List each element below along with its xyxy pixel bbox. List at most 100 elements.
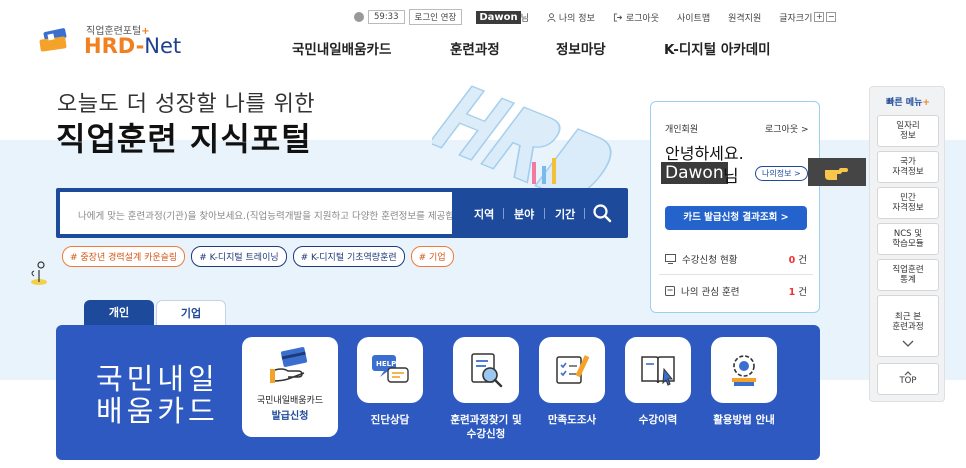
- member-type: 개인회원: [665, 125, 699, 135]
- greeting: 안녕하세요.: [665, 144, 744, 163]
- logo-net: Net: [144, 34, 182, 58]
- bookmark-icon: [665, 286, 675, 296]
- usage-guide-service[interactable]: 활용방법 안내: [700, 337, 788, 427]
- remote-support-link[interactable]: 원격지원: [728, 11, 761, 24]
- my-info-label: 나의 정보: [558, 13, 595, 24]
- search-divider: [503, 208, 504, 219]
- panel-user-name: Dawon: [661, 162, 728, 184]
- quick-private-cert[interactable]: 민간 자격정보: [877, 187, 939, 219]
- hero-title: 직업훈련 지식포털: [56, 120, 312, 158]
- logout-link[interactable]: 로그아웃: [613, 11, 659, 24]
- tab-company[interactable]: 기업: [156, 300, 226, 326]
- interest-count: 1: [788, 287, 796, 298]
- enrollment-status-label: 수강신청 현황: [682, 255, 738, 266]
- user-name: Dawon: [476, 10, 521, 24]
- book-cursor-icon: [641, 356, 675, 386]
- search-filter-region[interactable]: 지역: [474, 206, 494, 222]
- my-info-link[interactable]: 나의 정보: [547, 11, 595, 24]
- quick-top-label: TOP: [899, 376, 917, 387]
- guide-gear-icon: [732, 355, 756, 386]
- pointing-hand-icon: [808, 158, 866, 186]
- section-title: 국민내일 배움카드: [96, 362, 219, 428]
- help-chat-icon: HELP: [372, 355, 409, 383]
- hashtag-company[interactable]: # 기업: [410, 246, 454, 267]
- quick-menu-mark: +: [922, 98, 930, 108]
- font-size-control: 글자크기 + −: [779, 11, 837, 24]
- panel-user-suffix: 님: [723, 167, 739, 187]
- document-search-icon: [471, 353, 503, 388]
- person-icon: [547, 12, 556, 22]
- satisfaction-survey-label: 만족도조사: [547, 414, 597, 426]
- interest-courses-label: 나의 관심 훈련: [681, 287, 740, 298]
- survey-pen-icon: [556, 355, 590, 384]
- enrollment-unit: 건: [798, 255, 807, 266]
- course-history-service[interactable]: 수강이력: [616, 337, 700, 427]
- hrd-net-logo[interactable]: 직업훈련포털+ HRD-Net: [38, 20, 188, 60]
- panel-my-info-button[interactable]: 나의정보 >: [755, 166, 808, 181]
- logout-icon: [613, 12, 623, 22]
- panel-divider: [659, 274, 813, 275]
- gnb-naeil-card[interactable]: 국민내일배움카드: [292, 38, 391, 58]
- course-search-label: 훈련과정찾기 및 수강신청: [450, 414, 522, 441]
- hashtag-k-digital-training[interactable]: # K-디지털 트레이닝: [191, 246, 287, 267]
- course-history-label: 수강이력: [638, 414, 678, 426]
- search-filter-period[interactable]: 기간: [555, 206, 575, 222]
- quick-top-button[interactable]: TOP: [877, 363, 939, 395]
- gnb-info[interactable]: 정보마당: [556, 38, 606, 58]
- card-apply-service[interactable]: 국민내일배움카드 발급신청: [242, 337, 338, 437]
- panel-logout-link[interactable]: 로그아웃 >: [765, 122, 809, 135]
- interest-unit: 건: [798, 287, 807, 298]
- card-apply-sub-label: 발급신청: [271, 411, 309, 423]
- diagnosis-service[interactable]: HELP 진단상담: [348, 337, 432, 427]
- quick-recent-label: 최근 본 훈련과정: [892, 311, 924, 332]
- sprout-decoration-icon: [31, 261, 47, 285]
- session-timer: 59:33: [368, 10, 405, 24]
- card-apply-label: 국민내일배움카드: [256, 396, 324, 406]
- quick-menu: 빠른 메뉴+ 일자리 정보 국가 자격정보 민간 자격정보 NCS 및 학습모듈…: [869, 86, 945, 402]
- diagnosis-label: 진단상담: [370, 414, 410, 426]
- quick-ncs[interactable]: NCS 및 학습모듈: [877, 223, 939, 255]
- clock-icon: [354, 12, 364, 22]
- quick-recent-courses[interactable]: 최근 본 훈련과정: [877, 295, 939, 357]
- search-bar: 나에게 맞는 훈련과정(기관)을 찾아보세요.(직업능력개발을 지원하고 다양한…: [56, 188, 628, 238]
- tab-individual[interactable]: 개인: [84, 300, 154, 326]
- hashtag-midcareer[interactable]: # 중장년 경력설계 카운슬링: [62, 246, 186, 267]
- hrd-3d-decoration: [432, 85, 612, 190]
- interest-courses-row[interactable]: 나의 관심 훈련 1 건: [665, 284, 807, 298]
- font-increase-button[interactable]: +: [814, 12, 825, 22]
- quick-menu-title: 빠른 메뉴: [886, 98, 923, 108]
- user-panel: 개인회원 로그아웃 > 안녕하세요. Dawon 님 나의정보 > 카드 발급신…: [650, 101, 820, 313]
- quick-jobs[interactable]: 일자리 정보: [877, 115, 939, 147]
- user-name-suffix: 님: [520, 13, 529, 24]
- search-input[interactable]: 나에게 맞는 훈련과정(기관)을 찾아보세요.(직업능력개발을 지원하고 다양한…: [58, 190, 454, 236]
- satisfaction-survey-service[interactable]: 만족도조사: [530, 337, 614, 427]
- logo-hrd: HRD: [84, 34, 136, 58]
- hashtag-list: # 중장년 경력설계 카운슬링 # K-디지털 트레이닝 # K-디지털 기초역…: [62, 246, 454, 267]
- card-hand-icon: [270, 347, 308, 383]
- search-filter-field[interactable]: 분야: [514, 206, 534, 222]
- font-size-label: 글자크기: [779, 13, 813, 24]
- chevron-down-icon: [902, 340, 914, 348]
- enrollment-count: 0: [788, 255, 796, 266]
- usage-guide-label: 활용방법 안내: [713, 414, 775, 426]
- naeil-card-section: 국민내일 배움카드 국민내일배움카드 발급신청 HELP 진단상담 훈련과정찾기…: [56, 325, 820, 460]
- search-icon[interactable]: [592, 203, 612, 223]
- monitor-icon: [665, 254, 676, 264]
- gnb-courses[interactable]: 훈련과정: [450, 38, 500, 58]
- svg-text:HELP: HELP: [376, 360, 396, 368]
- sitemap-link[interactable]: 사이트맵: [677, 11, 710, 24]
- logo-dash: -: [135, 34, 145, 58]
- search-divider: [544, 208, 545, 219]
- utility-bar: 59:33 로그인 연장 Dawon 님 나의 정보 로그아웃 사이트맵 원격지…: [354, 8, 837, 26]
- logout-label: 로그아웃: [625, 13, 659, 24]
- extend-login-button[interactable]: 로그인 연장: [408, 9, 463, 25]
- gnb-k-digital[interactable]: K-디지털 아카데미: [664, 38, 771, 58]
- course-search-service[interactable]: 훈련과정찾기 및 수강신청: [438, 337, 534, 441]
- hashtag-k-digital-basic[interactable]: # K-디지털 기초역량훈련: [292, 246, 405, 267]
- quick-national-cert[interactable]: 국가 자격정보: [877, 151, 939, 183]
- card-result-button[interactable]: 카드 발급신청 결과조회 >: [665, 206, 807, 230]
- quick-stats[interactable]: 직업훈련 통계: [877, 259, 939, 291]
- font-decrease-button[interactable]: −: [826, 12, 837, 22]
- logo-mark-icon: [39, 28, 67, 52]
- enrollment-status-row[interactable]: 수강신청 현황 0 건: [665, 252, 807, 266]
